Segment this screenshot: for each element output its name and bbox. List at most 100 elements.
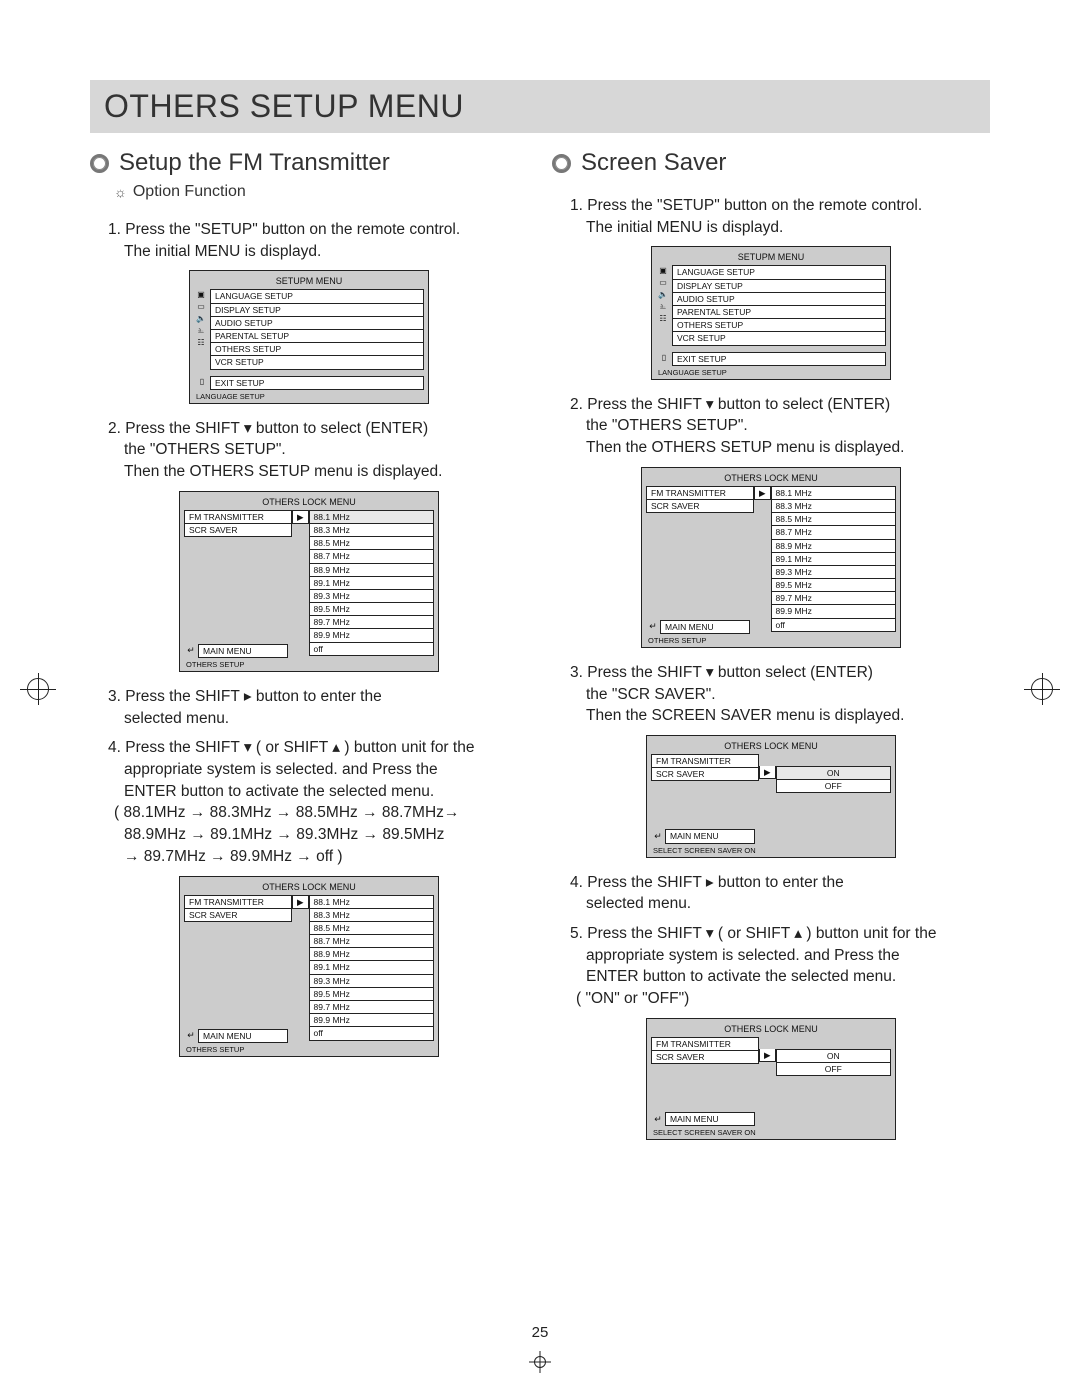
freq-item: 88.7 MHz (309, 935, 434, 948)
osd-others-menu-right: OTHERS LOCK MENU FM TRANSMITTER SCR SAVE… (641, 467, 901, 648)
osd-title: OTHERS LOCK MENU (184, 496, 434, 510)
main-menu-item: MAIN MENU (665, 1112, 755, 1126)
menu-item: SCR SAVER (651, 1051, 759, 1064)
main-menu-item: MAIN MENU (198, 644, 288, 658)
heading-text: Screen Saver (581, 149, 726, 177)
osd-arrow-col: ▶ (292, 510, 309, 656)
screen-saver-heading: Screen Saver (552, 149, 990, 177)
osd-saver-menu-2: OTHERS LOCK MENU FM TRANSMITTER SCR SAVE… (646, 1018, 896, 1141)
freq-item: off (309, 1027, 434, 1040)
osd-title: OTHERS LOCK MENU (651, 1023, 891, 1037)
exit-icon: ▯ (656, 352, 672, 366)
freq-item: 89.7 MHz (309, 1001, 434, 1014)
main-menu-item: MAIN MENU (198, 1029, 288, 1043)
freq-item: 89.1 MHz (309, 577, 434, 590)
freq-item: 88.5 MHz (309, 922, 434, 935)
left-step-1: 1. Press the "SETUP" button on the remot… (108, 219, 528, 262)
freq-item: 89.3 MHz (309, 590, 434, 603)
right-column: Screen Saver 1. Press the "SETUP" button… (552, 147, 990, 1154)
lock-icon: ⎁ (194, 325, 208, 337)
right-step-3: 3. Press the SHIFT ▾ button select (ENTE… (570, 662, 990, 727)
osd-others-menu-1: OTHERS LOCK MENU FM TRANSMITTER SCR SAVE… (179, 491, 439, 672)
freq-item: 88.5 MHz (771, 513, 896, 526)
osd-title: OTHERS LOCK MENU (184, 881, 434, 895)
freq-item: 88.5 MHz (309, 537, 434, 550)
fm-transmitter-heading: Setup the FM Transmitter (90, 149, 528, 177)
menu-item: OTHERS SETUP (672, 319, 886, 332)
menu-item: SCR SAVER (184, 909, 292, 922)
option-function-label: ☼ Option Function (114, 183, 246, 201)
menu-item: AUDIO SETUP (210, 317, 424, 330)
freq-item: 88.9 MHz (771, 540, 896, 553)
osd-footer: SELECT SCREEN SAVER ON (651, 844, 891, 855)
menu-item: DISPLAY SETUP (210, 304, 424, 317)
freq-item: 89.5 MHz (771, 579, 896, 592)
freq-item: 89.9 MHz (309, 629, 434, 642)
freq-item: 89.5 MHz (309, 603, 434, 616)
exit-icon: ▯ (194, 376, 210, 390)
freq-item: 88.1 MHz (771, 486, 896, 500)
menu-item: FM TRANSMITTER (651, 1037, 759, 1051)
crop-mark-bottom (529, 1351, 551, 1373)
menu-item: OTHERS SETUP (210, 343, 424, 356)
exit-item: EXIT SETUP (672, 352, 886, 366)
display-icon: ▭ (194, 301, 208, 313)
osd-icon-col: ▣ ▭ 🔈 ⎁ ☷ (194, 289, 210, 369)
left-step-2: 2. Press the SHIFT ▾ button to select (E… (108, 418, 528, 483)
freq-item: 88.7 MHz (771, 526, 896, 539)
osd-footer: OTHERS SETUP (184, 658, 434, 669)
osd-title: OTHERS LOCK MENU (651, 740, 891, 754)
freq-item: off (309, 643, 434, 656)
freq-item: 88.3 MHz (309, 909, 434, 922)
menu-item: VCR SETUP (210, 356, 424, 369)
speaker-icon: 🔈 (656, 289, 670, 301)
osd-footer: LANGUAGE SETUP (656, 366, 886, 377)
lock-icon: ⎁ (656, 301, 670, 313)
osd-saver-menu-1: OTHERS LOCK MENU FM TRANSMITTER SCR SAVE… (646, 735, 896, 858)
saver-option: OFF (776, 780, 891, 793)
others-icon: ☷ (194, 337, 208, 349)
menu-item: SCR SAVER (646, 500, 754, 513)
menu-item: LANGUAGE SETUP (210, 289, 424, 303)
sun-icon: ☼ (114, 184, 127, 200)
menu-item: SCR SAVER (651, 768, 759, 781)
freq-item: 89.7 MHz (309, 616, 434, 629)
return-icon: ↵ (184, 645, 198, 656)
heading-text: Setup the FM Transmitter (119, 149, 390, 177)
others-icon: ☷ (656, 313, 670, 325)
manual-page: OTHERS SETUP MENU Setup the FM Transmitt… (0, 0, 1080, 1397)
return-icon: ↵ (651, 1114, 665, 1125)
osd-others-menu-2: OTHERS LOCK MENU FM TRANSMITTER SCR SAVE… (179, 876, 439, 1057)
osd-title: SETUPM MENU (656, 251, 886, 265)
freq-item: 89.1 MHz (771, 553, 896, 566)
speaker-icon: 🔈 (194, 313, 208, 325)
page-title: OTHERS SETUP MENU (90, 80, 990, 133)
arrow-right-icon: ▶ (292, 895, 309, 909)
return-icon: ↵ (184, 1030, 198, 1041)
saver-option: ON (776, 766, 891, 780)
arrow-right-icon: ▶ (292, 510, 309, 524)
main-menu-item: MAIN MENU (665, 829, 755, 843)
content-columns: Setup the FM Transmitter ☼ Option Functi… (90, 147, 990, 1154)
left-step-4: 4. Press the SHIFT ▾ ( or SHIFT ▴ ) butt… (108, 737, 528, 867)
osd-freq-list: 88.1 MHz 88.3 MHz 88.5 MHz 88.7 MHz 88.9… (309, 510, 434, 656)
osd-footer: OTHERS SETUP (184, 1043, 434, 1054)
arrow-right-icon: ▶ (754, 486, 771, 500)
osd-items: LANGUAGE SETUP DISPLAY SETUP AUDIO SETUP… (210, 289, 424, 369)
menu-item: AUDIO SETUP (672, 293, 886, 306)
menu-item: FM TRANSMITTER (646, 486, 754, 500)
right-step-1: 1. Press the "SETUP" button on the remot… (570, 195, 990, 238)
freq-item: 88.9 MHz (309, 564, 434, 577)
menu-item: PARENTAL SETUP (672, 306, 886, 319)
right-step-2: 2. Press the SHIFT ▾ button to select (E… (570, 394, 990, 459)
exit-item: EXIT SETUP (210, 376, 424, 390)
menu-item: FM TRANSMITTER (184, 895, 292, 909)
menu-item: SCR SAVER (184, 524, 292, 537)
menu-item: DISPLAY SETUP (672, 280, 886, 293)
freq-item: 88.1 MHz (309, 895, 434, 909)
left-step-3: 3. Press the SHIFT ▸ button to enter the… (108, 686, 528, 729)
crop-mark-left (20, 671, 56, 707)
menu-item: FM TRANSMITTER (651, 754, 759, 768)
saver-option: ON (776, 1049, 891, 1063)
option-function-text: Option Function (133, 183, 246, 201)
